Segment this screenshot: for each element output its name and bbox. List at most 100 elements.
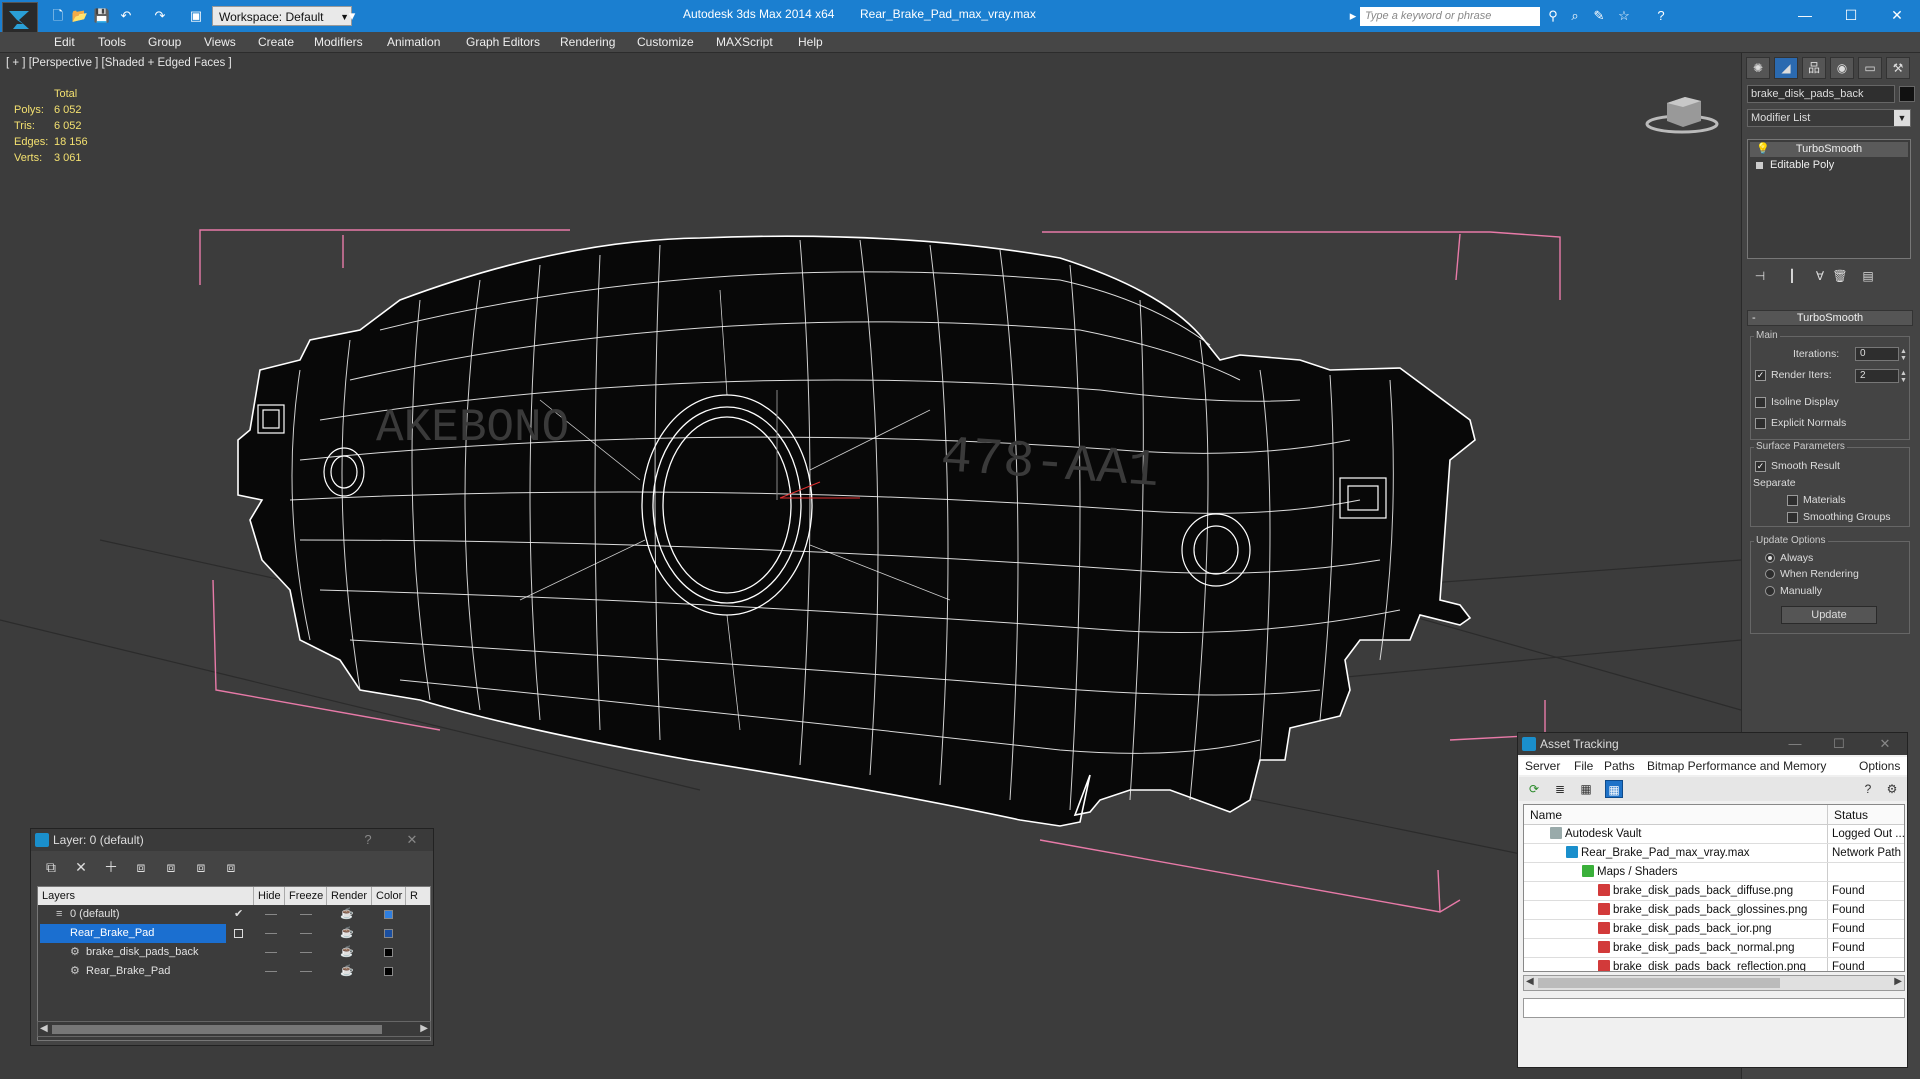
favorites-star-icon[interactable]: ☆ <box>1615 8 1633 24</box>
show-end-result-icon[interactable]: ┃ <box>1783 267 1801 285</box>
hide-all-icon[interactable]: ⧈ <box>191 857 211 877</box>
spinner-arrows-icon[interactable]: ▲ ▼ <box>1900 370 1910 384</box>
col-name[interactable]: Name <box>1530 808 1562 822</box>
object-name-field[interactable]: brake_disk_pads_back <box>1747 85 1895 103</box>
list-view-icon[interactable]: ≣ <box>1551 780 1569 798</box>
pin-stack-icon[interactable]: ⊣ <box>1751 267 1769 285</box>
scroll-thumb[interactable] <box>52 1025 382 1034</box>
manually-row[interactable]: Manually <box>1765 585 1822 597</box>
save-file-icon[interactable]: 💾 <box>92 6 112 26</box>
hierarchy-tab-icon[interactable]: 品 <box>1802 57 1826 79</box>
open-file-icon[interactable]: 📂 <box>70 6 90 26</box>
asset-row[interactable]: Maps / Shaders <box>1524 863 1904 882</box>
help-icon[interactable]: ? <box>1859 780 1877 798</box>
freeze-all-icon[interactable]: ⧈ <box>221 857 241 877</box>
explicit-normals-row[interactable]: Explicit Normals <box>1755 417 1846 429</box>
asset-row[interactable]: brake_disk_pads_back_diffuse.png Found <box>1524 882 1904 901</box>
col-render[interactable]: Render <box>327 887 372 905</box>
new-file-icon[interactable]: 🗋 <box>48 6 68 26</box>
turbosmooth-rollout-header[interactable]: - TurboSmooth <box>1747 310 1913 326</box>
col-freeze[interactable]: Freeze <box>285 887 327 905</box>
workspace-dropdown[interactable]: Workspace: Default ▼ <box>212 6 352 26</box>
set-current-box[interactable] <box>234 929 243 938</box>
object-color-swatch[interactable] <box>384 948 393 957</box>
menu-animation[interactable]: Animation <box>387 35 440 49</box>
materials-row[interactable]: Materials <box>1787 494 1846 506</box>
modify-tab-icon[interactable]: ◢ <box>1774 57 1798 79</box>
create-tab-icon[interactable]: ✺ <box>1746 57 1770 79</box>
subscription-icon[interactable]: ⌕ <box>1566 8 1584 24</box>
menu-options[interactable]: Options <box>1859 759 1900 773</box>
object-color-swatch[interactable] <box>1899 86 1915 102</box>
render-teapot-icon[interactable]: ☕ <box>340 924 354 943</box>
object-row[interactable]: ⚙ Rear_Brake_Pad ☕ <box>38 962 430 981</box>
smooth-result-row[interactable]: ✓ Smooth Result <box>1755 460 1840 472</box>
utilities-tab-icon[interactable]: ⚒ <box>1886 57 1910 79</box>
object-color-swatch[interactable] <box>384 967 393 976</box>
menu-views[interactable]: Views <box>204 35 236 49</box>
project-folder-icon[interactable]: ▣ <box>186 6 206 26</box>
layer-window-titlebar[interactable]: Layer: 0 (default) ? ✕ <box>31 829 433 851</box>
layer-row[interactable]: ≡ Rear_Brake_Pad ☕ <box>38 924 430 943</box>
isoline-display-row[interactable]: Isoline Display <box>1755 396 1839 408</box>
object-row[interactable]: ⚙ brake_disk_pads_back ☕ <box>38 943 430 962</box>
hide-toggle[interactable] <box>265 914 277 915</box>
col-layers[interactable]: Layers <box>38 887 254 905</box>
new-layer-icon[interactable]: ⧉ <box>41 857 61 877</box>
asset-row[interactable]: brake_disk_pads_back_normal.png Found <box>1524 939 1904 958</box>
maximize-icon[interactable]: ☐ <box>1828 733 1850 755</box>
menu-edit[interactable]: Edit <box>54 35 75 49</box>
freeze-toggle[interactable] <box>300 971 312 972</box>
col-status[interactable]: Status <box>1834 808 1868 822</box>
asset-path-field[interactable] <box>1523 998 1905 1018</box>
highlight-layer-icon[interactable]: ⧈ <box>161 857 181 877</box>
layer-horizontal-scrollbar[interactable]: ◀ ▶ <box>37 1021 431 1037</box>
scroll-left-icon[interactable]: ◀ <box>1526 976 1534 987</box>
object-name[interactable]: brake_disk_pads_back <box>86 943 199 962</box>
close-window-button[interactable]: ✕ <box>1882 5 1912 25</box>
update-button[interactable]: Update <box>1781 606 1877 624</box>
asset-row[interactable]: Autodesk Vault Logged Out ... <box>1524 825 1904 844</box>
viewport-label[interactable]: [ + ] [Perspective ] [Shaded + Edged Fac… <box>6 57 232 69</box>
display-tab-icon[interactable]: ▭ <box>1858 57 1882 79</box>
modifier-list-dropdown[interactable]: Modifier List <box>1747 109 1911 127</box>
asset-row[interactable]: brake_disk_pads_back_glossines.png Found <box>1524 901 1904 920</box>
motion-tab-icon[interactable]: ◉ <box>1830 57 1854 79</box>
redo-icon[interactable]: ↷ <box>150 6 170 26</box>
vault-options-icon[interactable]: ⚙ <box>1883 780 1901 798</box>
asset-tracking-titlebar[interactable]: Asset Tracking — ☐ ✕ <box>1518 733 1907 755</box>
menu-graph-editors[interactable]: Graph Editors <box>466 35 540 49</box>
menu-paths[interactable]: Paths <box>1604 759 1635 773</box>
menu-group[interactable]: Group <box>148 35 181 49</box>
help-icon[interactable]: ? <box>357 829 379 851</box>
render-teapot-icon[interactable]: ☕ <box>340 962 354 981</box>
explicit-normals-checkbox[interactable] <box>1755 417 1766 429</box>
workspace-menu-arrow-icon[interactable]: ▾ <box>342 6 362 26</box>
col-hide[interactable]: Hide <box>254 887 285 905</box>
spinner-arrows-icon[interactable]: ▲ ▼ <box>1900 348 1910 362</box>
freeze-toggle[interactable] <box>300 952 312 953</box>
smoothing-groups-row[interactable]: Smoothing Groups <box>1787 511 1891 523</box>
hide-toggle[interactable] <box>265 971 277 972</box>
menu-rendering[interactable]: Rendering <box>560 35 615 49</box>
table-view-icon[interactable]: ▦ <box>1605 780 1623 798</box>
undo-icon[interactable]: ↶ <box>116 6 136 26</box>
asset-row[interactable]: brake_disk_pads_back_ior.png Found <box>1524 920 1904 939</box>
manually-radio[interactable] <box>1765 586 1775 597</box>
menu-tools[interactable]: Tools <box>98 35 126 49</box>
asset-horizontal-scrollbar[interactable]: ◀ ▶ <box>1523 975 1905 991</box>
maximize-button[interactable]: ☐ <box>1836 5 1866 25</box>
menu-bitmap-performance[interactable]: Bitmap Performance and Memory <box>1647 759 1826 773</box>
scroll-left-icon[interactable]: ◀ <box>40 1022 48 1036</box>
smooth-result-checkbox[interactable]: ✓ <box>1755 460 1766 472</box>
thumbnail-view-icon[interactable]: ▦ <box>1577 780 1595 798</box>
add-to-layer-icon[interactable]: ＋ <box>101 857 121 877</box>
stack-item-editable-poly[interactable]: Editable Poly <box>1750 158 1908 173</box>
close-icon[interactable]: ✕ <box>1874 733 1896 755</box>
close-icon[interactable]: ✕ <box>401 829 423 851</box>
stack-item-turbosmooth[interactable]: 💡 TurboSmooth <box>1750 142 1908 157</box>
iterations-spinner[interactable]: 0 ▲ ▼ <box>1855 347 1907 362</box>
delete-layer-icon[interactable]: ✕ <box>71 857 91 877</box>
scroll-right-icon[interactable]: ▶ <box>420 1022 428 1036</box>
remove-modifier-icon[interactable]: 🗑 <box>1831 267 1849 285</box>
